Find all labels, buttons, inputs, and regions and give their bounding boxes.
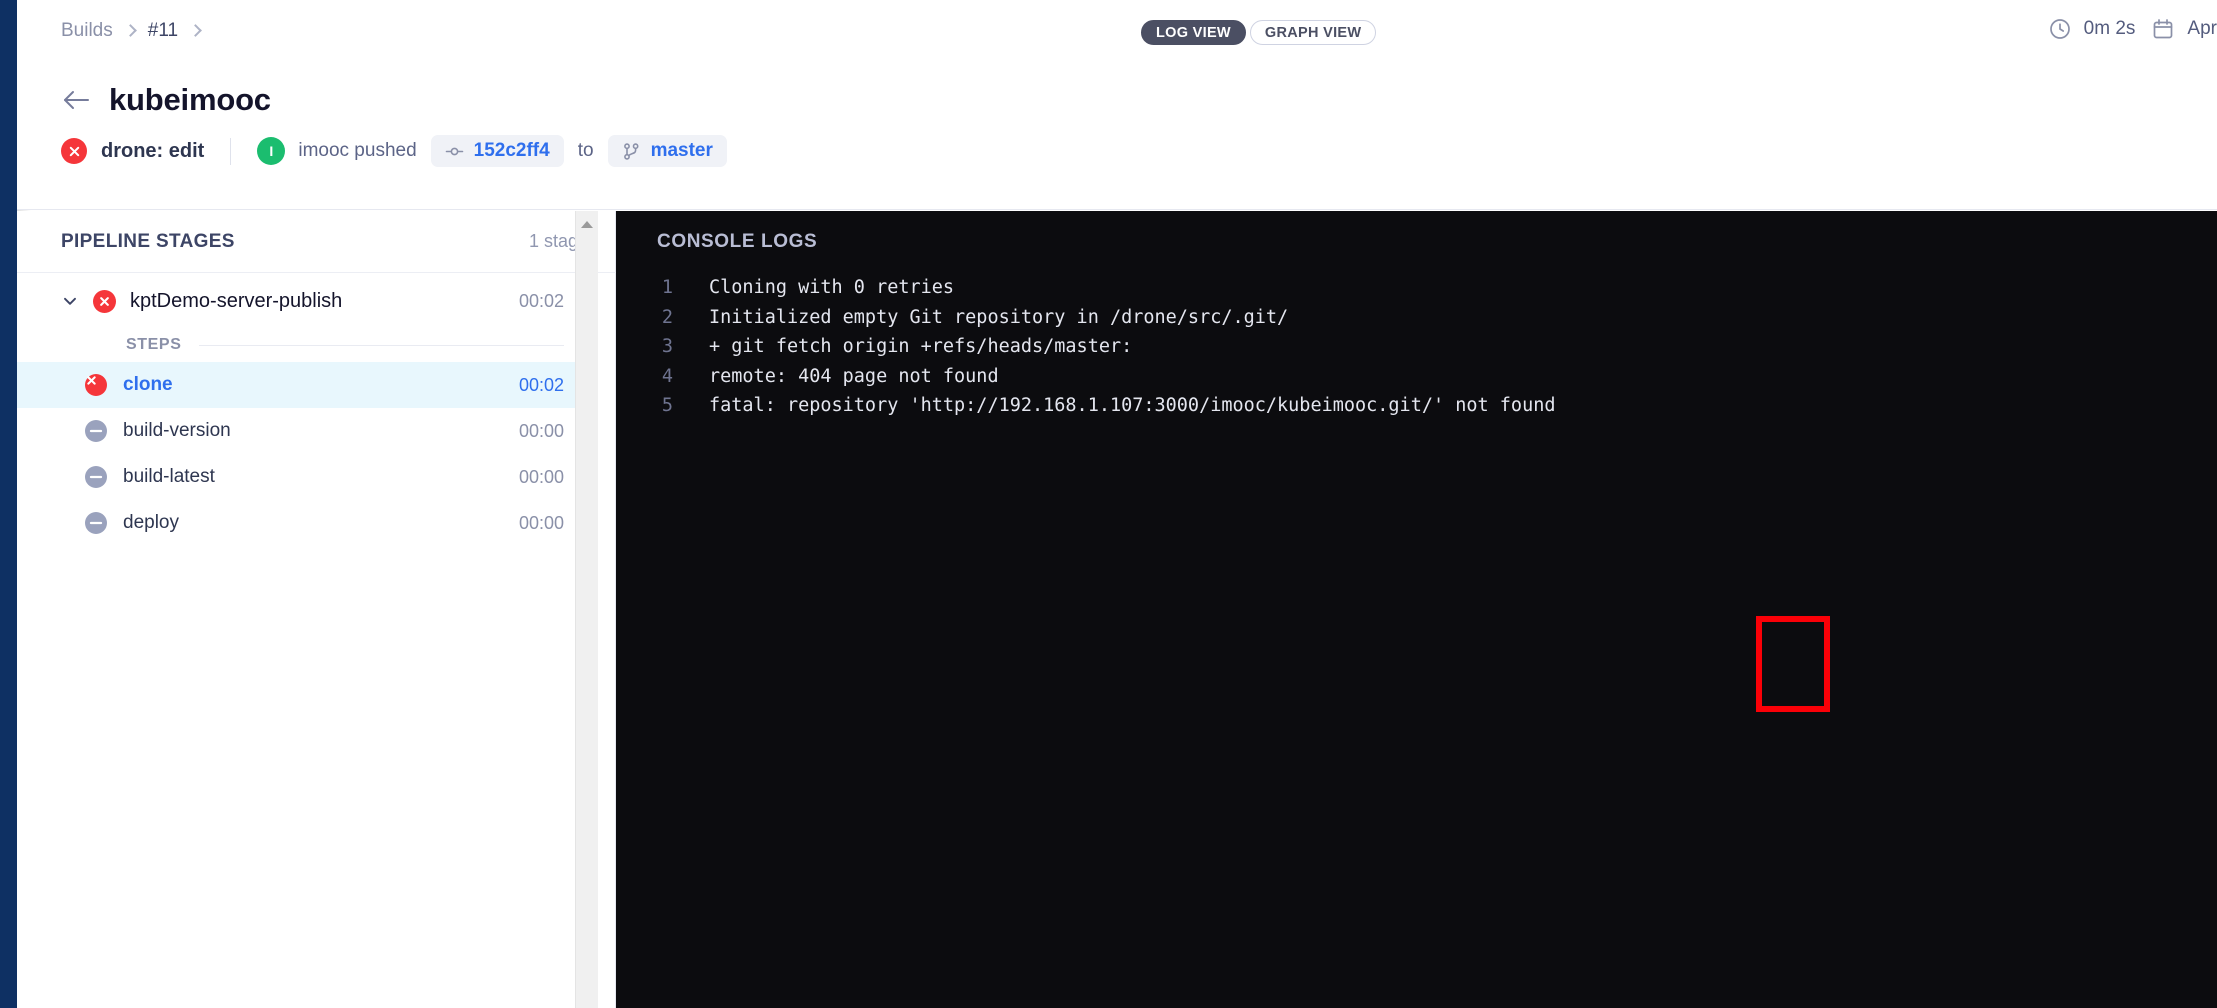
step-duration-label: 00:00 [518, 466, 564, 487]
branch-label: master [650, 140, 713, 161]
console-logs-title: CONSOLE LOGS [657, 231, 818, 252]
console-logs-header: CONSOLE LOGS [616, 211, 2217, 273]
chevron-right-icon [123, 24, 137, 37]
app-rail [0, 0, 17, 1008]
step-duration-label: 00:02 [518, 374, 564, 395]
branch-icon [623, 142, 639, 160]
avatar: I [257, 137, 286, 165]
clock-icon [2049, 19, 2070, 39]
calendar-icon [2154, 19, 2173, 39]
steps-section-header: STEPS [17, 328, 592, 362]
build-title-row: kubeimooc [61, 82, 271, 118]
sidebar-item-label: deploy [123, 512, 179, 533]
log-line: 2 Initialized empty Git repository in /d… [616, 303, 2217, 333]
commit-sha-label: 152c2ff4 [473, 140, 550, 161]
build-date-label: Apr [2187, 18, 2217, 39]
skipped-status-icon [85, 466, 107, 488]
step-duration-label: 00:00 [518, 512, 564, 533]
build-meta-group: 0m 2s Apr [2048, 17, 2217, 41]
annotation-highlight-box [1756, 616, 1830, 712]
divider [230, 137, 232, 165]
breadcrumb-item-build-number[interactable]: #11 [148, 20, 178, 42]
pipeline-stages-title: PIPELINE STAGES [61, 230, 235, 252]
build-date: Apr [2151, 17, 2217, 41]
log-line-list: 1 Cloning with 0 retries 2 Initialized e… [616, 273, 2217, 421]
chevron-down-icon[interactable] [61, 292, 79, 310]
sidebar-item-build-version[interactable]: build-version 00:00 [17, 408, 592, 454]
sidebar-item-label: build-latest [123, 466, 215, 487]
sidebar-item-label: build-version [123, 420, 231, 441]
push-description: imooc pushed [298, 140, 417, 161]
log-line-text: Initialized empty Git repository in /dro… [709, 306, 1289, 328]
failed-status-icon [61, 138, 87, 164]
log-line: 3 + git fetch origin +refs/heads/master: [616, 332, 2217, 362]
back-arrow-icon[interactable] [61, 88, 91, 112]
stage-duration-label: 00:02 [518, 290, 564, 311]
log-line-number: 4 [661, 365, 673, 387]
build-duration-label: 0m 2s [2083, 18, 2136, 39]
console-logs-panel: CONSOLE LOGS 1 Cloning with 0 retries 2 … [616, 211, 2217, 1008]
failed-status-icon [93, 289, 116, 313]
sidebar-item-build-latest[interactable]: build-latest 00:00 [17, 454, 592, 500]
log-line-number: 1 [661, 277, 673, 298]
log-line-number: 5 [661, 395, 673, 416]
sidebar-item-label: clone [123, 374, 173, 395]
stage-row[interactable]: kptDemo-server-publish 00:02 [17, 274, 592, 328]
failed-status-icon [85, 374, 107, 396]
build-message: drone: edit [101, 139, 205, 162]
to-label: to [577, 140, 594, 161]
log-line: 5 fatal: repository 'http://192.168.1.10… [616, 391, 2217, 421]
log-line-text: remote: 404 page not found [709, 365, 999, 387]
branch-badge[interactable]: master [607, 135, 727, 167]
log-line-text: Cloning with 0 retries [709, 277, 955, 298]
stage-block: kptDemo-server-publish 00:02 STEPS clone… [17, 274, 592, 546]
stage-name-label: kptDemo-server-publish [130, 289, 343, 312]
log-line-text: + git fetch origin +refs/heads/master: [709, 336, 1133, 357]
skipped-status-icon [85, 420, 107, 442]
build-status-row: drone: edit I imooc pushed 152c2ff4 to m… [61, 135, 727, 167]
breadcrumb-item-builds[interactable]: Builds [61, 20, 113, 42]
build-duration: 0m 2s [2048, 17, 2136, 41]
steps-label: STEPS [126, 336, 182, 353]
log-line: 4 remote: 404 page not found [616, 362, 2217, 392]
commit-sha-badge[interactable]: 152c2ff4 [430, 135, 564, 167]
skipped-status-icon [85, 512, 107, 534]
breadcrumb: Builds #11 [61, 20, 202, 42]
build-header: kubeimooc drone: edit I imooc pushed 152… [17, 60, 2217, 210]
log-line: 1 Cloning with 0 retries [616, 273, 2217, 303]
step-duration-label: 00:00 [518, 420, 564, 441]
sidebar-scrollbar[interactable] [575, 211, 598, 1008]
tab-log-view[interactable]: LOG VIEW [1141, 20, 1246, 45]
sidebar-item-deploy[interactable]: deploy 00:00 [17, 500, 592, 546]
pipeline-stages-header: PIPELINE STAGES 1 stage [17, 211, 616, 273]
commit-icon [445, 147, 463, 155]
log-line-text: fatal: repository 'http://192.168.1.107:… [709, 395, 1556, 416]
top-bar: Builds #11 LOG VIEW GRAPH VIEW 0m 2s Apr [17, 0, 2217, 60]
log-line-number: 3 [661, 336, 673, 357]
pipeline-sidebar: PIPELINE STAGES 1 stage kptDemo-server-p… [17, 211, 616, 1008]
view-toggle-group: LOG VIEW GRAPH VIEW [1141, 20, 1377, 45]
page-title: kubeimooc [109, 82, 271, 117]
scroll-up-arrow-icon[interactable] [581, 221, 593, 228]
chevron-right-icon [189, 24, 202, 37]
divider [199, 344, 564, 346]
sidebar-item-clone[interactable]: clone 00:02 [17, 362, 592, 408]
tab-graph-view[interactable]: GRAPH VIEW [1249, 20, 1377, 45]
log-line-number: 2 [661, 306, 673, 328]
